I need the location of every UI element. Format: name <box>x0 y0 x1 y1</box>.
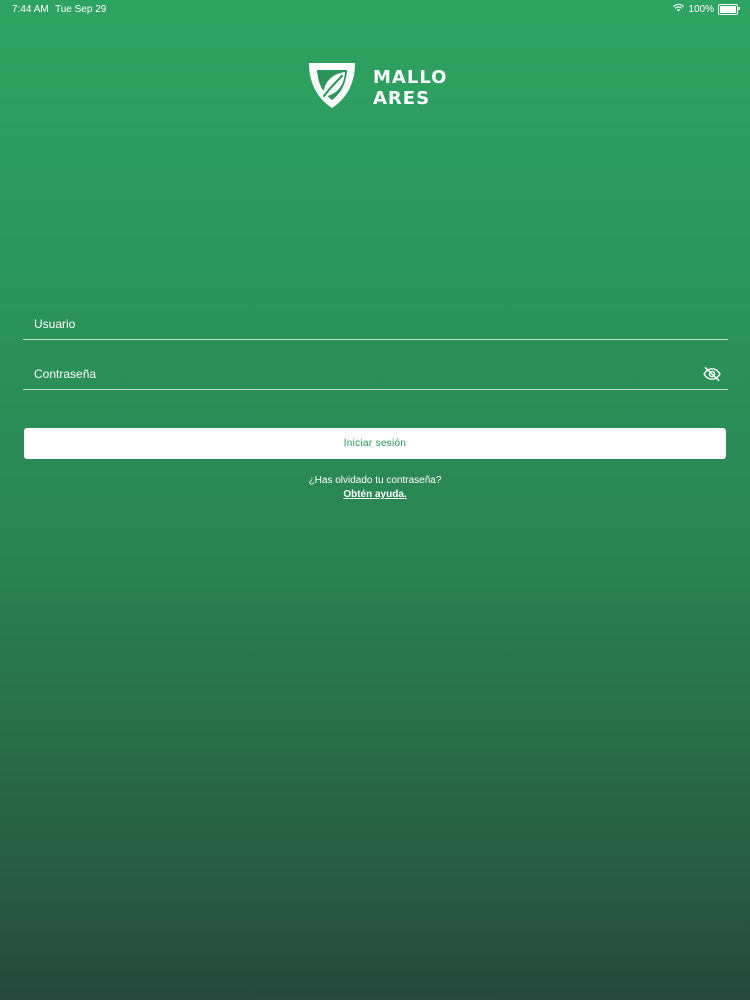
battery-tip <box>738 6 740 10</box>
shield-leaf-icon <box>305 60 359 115</box>
forgot-password-question: ¿Has olvidado tu contraseña? <box>308 475 442 486</box>
forgot-password: ¿Has olvidado tu contraseña? Obtén ayuda… <box>0 474 750 502</box>
password-input[interactable] <box>23 359 694 389</box>
username-field <box>23 309 728 340</box>
logo-line-1: MALLO <box>373 66 448 88</box>
status-time: 7:44 AM <box>12 4 49 15</box>
home-indicator <box>255 990 495 994</box>
username-input[interactable] <box>23 309 694 339</box>
logo-line-2: ARES <box>373 87 431 109</box>
battery-percent: 100% <box>688 3 714 15</box>
status-right: 100% <box>673 3 740 15</box>
login-button[interactable]: Iniciar sesión <box>24 428 726 459</box>
get-help-link[interactable]: Obtén ayuda. <box>343 488 406 502</box>
battery-fill <box>720 5 736 13</box>
eye-slash-icon[interactable] <box>702 365 722 383</box>
logo-text: MALLO ARES <box>373 67 447 109</box>
wifi-icon <box>673 3 685 15</box>
brand-logo: MALLO ARES <box>305 60 447 115</box>
status-date: Tue Sep 29 <box>55 4 107 15</box>
password-field <box>23 359 728 390</box>
status-bar: 7:44 AM Tue Sep 29 100% <box>0 0 750 18</box>
battery-icon <box>718 3 740 15</box>
